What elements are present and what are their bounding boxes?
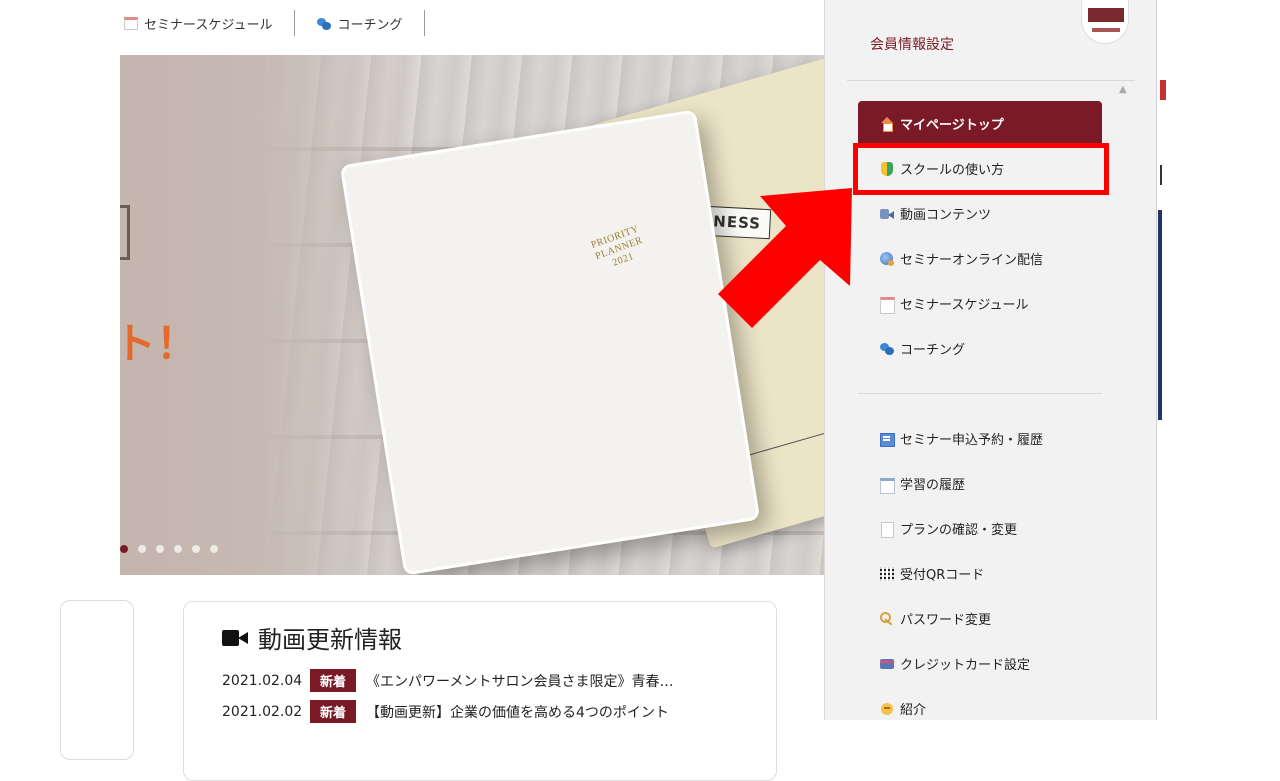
video-update-card: 動画更新情報 2021.02.04 新着 《エンパワーメントサロン会員さま限定》… [183,601,777,781]
carousel-dot[interactable] [174,545,182,553]
news-date: 2021.02.04 [222,672,303,689]
carousel-dots [120,545,218,553]
carousel-dot[interactable] [210,545,218,553]
avatar[interactable] [1081,0,1129,44]
hero-headline-fragment: ト！ [120,320,199,367]
menu-item-video-contents[interactable]: 動画コンテンツ [858,191,1102,236]
carousel-dot[interactable] [120,545,128,553]
video-camera-icon [222,629,248,647]
key-icon [880,611,894,626]
menu-item-label: 学習の履歴 [900,478,966,493]
menu-item-qr-code[interactable]: 受付QRコード [858,551,1102,596]
menu-item-seminar-booking[interactable]: セミナー申込予約・履歴 [858,416,1102,461]
left-card-fragment [60,600,134,760]
chat-bubble-icon [880,342,894,356]
book-front-title: PRIORITY PLANNER 2021 [590,224,649,275]
menu-item-label: 動画コンテンツ [900,208,992,223]
beginner-leaf-icon [880,161,894,176]
home-icon [880,116,894,132]
divider [847,80,1135,81]
carousel-dot[interactable] [192,545,200,553]
menu-item-learning-history[interactable]: 学習の履歴 [858,461,1102,506]
news-item[interactable]: 2021.02.04 新着 《エンパワーメントサロン会員さま限定》青春… [222,669,738,692]
document-icon [880,521,894,538]
video-icon [880,207,894,221]
side-menu-panel: 会員情報設定 ▲ マイページトップ スクールの使い方 動画コンテンツ セミナーオ… [825,0,1157,720]
menu-item-label: 受付QRコード [900,568,985,583]
right-edge-fragment [1160,80,1166,100]
menu-item-credit-card[interactable]: クレジットカード設定 [858,641,1102,686]
nav-coaching[interactable]: コーチング [313,10,426,36]
menu-item-password[interactable]: パスワード変更 [858,596,1102,641]
calendar-icon [880,296,895,314]
book-back-line [746,416,825,457]
menu-item-introduction[interactable]: 紹介 [858,686,1102,731]
hero-headline-box-fragment [120,205,130,260]
side-menu: マイページトップ スクールの使い方 動画コンテンツ セミナーオンライン配信 セミ… [858,101,1102,731]
introduction-icon [880,702,894,716]
right-edge-fragment [1160,165,1166,185]
menu-item-label: セミナースケジュール [900,298,1029,313]
news-text: 【動画更新】企業の価値を高める4つのポイント [366,704,669,721]
menu-item-label: クレジットカード設定 [900,658,1031,673]
form-icon [880,432,895,447]
menu-item-label: 紹介 [900,703,927,718]
right-edge-banner-fragment [1158,210,1162,420]
qr-code-icon [880,566,894,581]
menu-item-seminar-schedule[interactable]: セミナースケジュール [858,281,1102,326]
menu-item-label: プランの確認・変更 [900,523,1018,538]
carousel-dot[interactable] [138,545,146,553]
scroll-up-icon[interactable]: ▲ [1119,84,1127,95]
menu-item-label: マイページトップ [900,118,1004,133]
calendar-icon [124,16,138,30]
nav-seminar-schedule[interactable]: セミナースケジュール [120,10,296,36]
credit-card-icon [880,657,894,671]
news-text: 《エンパワーメントサロン会員さま限定》青春… [366,673,674,690]
menu-item-coaching[interactable]: コーチング [858,326,1102,371]
carousel-dot[interactable] [156,545,164,553]
hero-banner[interactable]: ト！ WARENESS PRIORITY PLANNER 2021 [120,55,825,575]
history-icon [880,477,895,494]
menu-item-mypage-top[interactable]: マイページトップ [858,101,1102,146]
nav-seminar-schedule-label: セミナースケジュール [144,17,273,33]
video-update-title: 動画更新情報 [258,626,402,654]
menu-item-label: コーチング [900,343,966,358]
menu-item-label: セミナー申込予約・履歴 [900,433,1044,448]
news-date: 2021.02.02 [222,703,303,720]
menu-item-how-to-use[interactable]: スクールの使い方 [858,146,1102,191]
menu-item-label: セミナーオンライン配信 [900,253,1044,268]
menu-item-label: パスワード変更 [900,613,992,628]
menu-item-plan[interactable]: プランの確認・変更 [858,506,1102,551]
top-nav: セミナースケジュール コーチング [120,8,443,38]
menu-item-seminar-online[interactable]: セミナーオンライン配信 [858,236,1102,281]
menu-item-label: スクールの使い方 [900,163,1005,178]
menu-divider [858,393,1102,394]
nav-coaching-label: コーチング [337,17,403,33]
member-settings-link[interactable]: 会員情報設定 [870,34,954,54]
chat-bubble-icon [317,17,332,30]
new-badge: 新着 [310,669,357,692]
book-front-image: PRIORITY PLANNER 2021 [339,109,761,575]
video-update-header: 動画更新情報 [222,620,738,655]
globe-icon [880,251,894,266]
